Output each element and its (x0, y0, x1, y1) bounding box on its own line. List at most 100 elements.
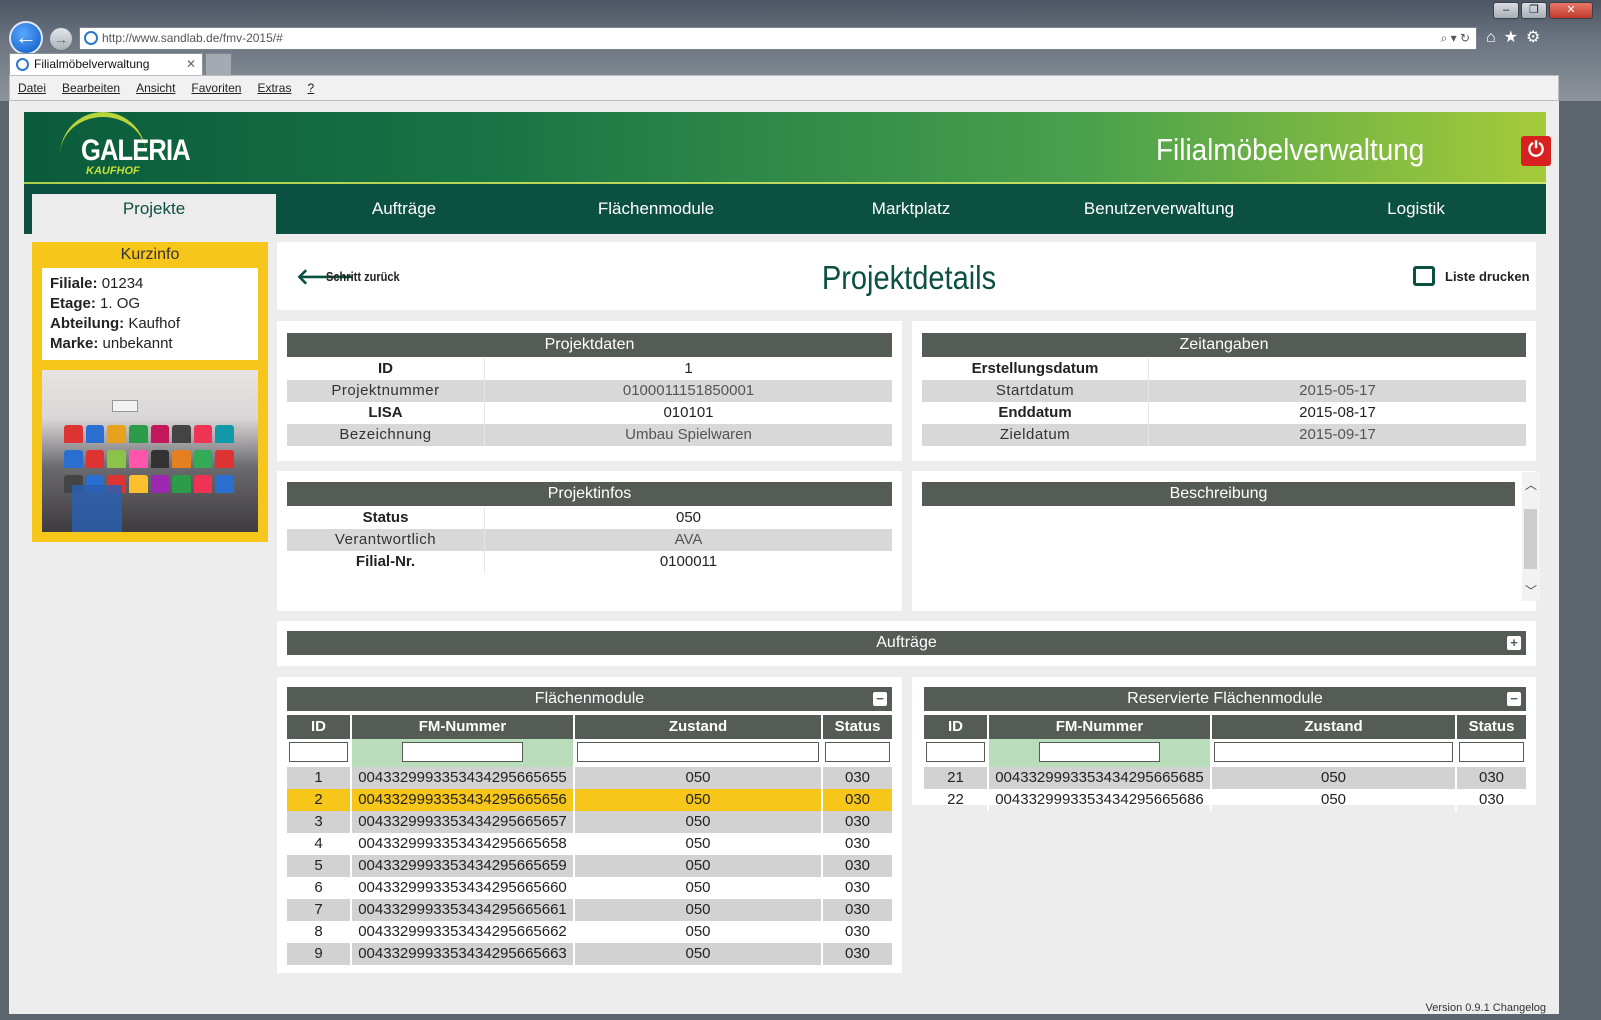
kv-value: 2015-05-17 (1299, 382, 1376, 399)
cell-status: 030 (844, 769, 871, 786)
filter-status-input[interactable] (825, 742, 890, 762)
projektinfos-header: Projektinfos (287, 482, 892, 506)
expand-plus-icon[interactable]: + (1507, 636, 1521, 650)
filter-zustand-cell (1212, 739, 1457, 767)
table-row[interactable]: 9 0043329993353434295665663 050 030 (287, 943, 892, 965)
scroll-thumb[interactable] (1524, 509, 1537, 569)
tab-logistik[interactable]: Logistik (1316, 194, 1516, 234)
maximize-icon[interactable]: ❐ (1521, 2, 1547, 19)
col-id[interactable]: ID (924, 715, 989, 739)
col-status[interactable]: Status (823, 715, 892, 739)
collapse-minus-icon[interactable]: − (873, 692, 887, 706)
browser-forward-icon[interactable]: → (49, 27, 73, 51)
filter-fm-input[interactable] (402, 742, 523, 762)
minimize-icon[interactable]: – (1493, 2, 1519, 19)
browser-tab[interactable]: Filialmöbelverwaltung ✕ (9, 53, 203, 75)
kv-value (1149, 358, 1526, 380)
auftraege-header[interactable]: Aufträge (287, 631, 1526, 655)
cell-fm-nummer: 0043329993353434295665661 (352, 899, 575, 921)
tab-projekte[interactable]: Projekte (32, 194, 276, 234)
table-row[interactable]: 8 0043329993353434295665662 050 030 (287, 921, 892, 943)
address-bar[interactable]: http://www.sandlab.de/fmv-2015/# ⌕ ▾ ↻ (79, 27, 1477, 50)
menu-bearbeiten[interactable]: Bearbeiten (62, 76, 120, 100)
table-row[interactable]: 3 0043329993353434295665657 050 030 (287, 811, 892, 833)
printer-icon[interactable] (1413, 266, 1435, 286)
menu-datei[interactable]: Datei (18, 76, 46, 100)
filter-fm-input[interactable] (1039, 742, 1160, 762)
browser-back-icon[interactable]: ← (9, 21, 43, 55)
scroll-down-icon[interactable]: ﹀ (1525, 582, 1537, 599)
col-fm-nummer[interactable]: FM-Nummer (352, 715, 575, 739)
close-window-icon[interactable]: ✕ (1549, 2, 1593, 19)
col-zustand[interactable]: Zustand (1212, 715, 1457, 739)
menu-help[interactable]: ? (307, 76, 314, 100)
cell-status: 030 (844, 791, 871, 808)
beschreibung-textarea[interactable] (922, 507, 1515, 611)
cell-id: 21 (924, 767, 989, 789)
collapse-minus-icon[interactable]: − (1507, 692, 1521, 706)
menu-favoriten[interactable]: Favoriten (191, 76, 241, 100)
filter-row (287, 739, 892, 767)
table-row[interactable]: 7 0043329993353434295665661 050 030 (287, 899, 892, 921)
projektinfos-row: Verantwortlich AVA (287, 529, 892, 551)
table-row[interactable]: 21 0043329993353434295665685 050 030 (924, 767, 1526, 789)
cell-id: 2 (287, 789, 352, 811)
col-fm-nummer[interactable]: FM-Nummer (989, 715, 1212, 739)
filter-id-input[interactable] (926, 742, 985, 762)
cell-status: 030 (844, 945, 871, 962)
tab-auftraege[interactable]: Aufträge (304, 194, 504, 234)
table-header: ID FM-Nummer Zustand Status (287, 715, 892, 739)
cell-fm-nummer: 0043329993353434295665686 (989, 789, 1212, 811)
col-id[interactable]: ID (287, 715, 352, 739)
col-zustand[interactable]: Zustand (575, 715, 823, 739)
zeitangaben-header: Zeitangaben (922, 333, 1526, 357)
tab-favicon-icon (16, 58, 29, 71)
table-row[interactable]: 5 0043329993353434295665659 050 030 (287, 855, 892, 877)
table-row[interactable]: 4 0043329993353434295665658 050 030 (287, 833, 892, 855)
table-row[interactable]: 22 0043329993353434295665686 050 030 (924, 789, 1526, 811)
reserviert-header: Reservierte Flächenmodule (924, 687, 1526, 711)
kurzinfo-body: Filiale: 01234 Etage: 1. OG Abteilung: K… (42, 268, 258, 360)
back-link[interactable]: Schritt zurück (326, 269, 400, 284)
menu-extras[interactable]: Extras (257, 76, 291, 100)
kv-value: 050 (675, 509, 702, 526)
cell-status: 030 (844, 857, 871, 874)
logout-power-icon[interactable]: ⏻ (1521, 136, 1551, 166)
print-list-link[interactable]: Liste drucken (1445, 269, 1530, 284)
kv-key: Zieldatum (922, 424, 1149, 446)
ie-icon (84, 31, 98, 45)
filter-zustand-input[interactable] (1214, 742, 1453, 762)
new-tab-button[interactable] (205, 53, 232, 75)
filter-zustand-input[interactable] (577, 742, 819, 762)
cell-status: 030 (844, 835, 871, 852)
kv-key: ID (287, 358, 485, 380)
kv-value: 2015-08-17 (1299, 404, 1376, 421)
cell-fm-nummer: 0043329993353434295665685 (989, 767, 1212, 789)
cell-status: 030 (844, 879, 871, 896)
filter-status-input[interactable] (1459, 742, 1524, 762)
kurzinfo-panel: Kurzinfo Filiale: 01234 Etage: 1. OG Abt… (32, 242, 268, 542)
menu-ansicht[interactable]: Ansicht (136, 76, 175, 100)
table-row[interactable]: 1 004332999335343429566565­5 050 030 (287, 767, 892, 789)
cell-zustand: 050 (575, 943, 823, 965)
cell-fm-nummer: 004332999335343429566565­5 (352, 767, 575, 789)
browser-toolbar-icons[interactable]: ⌂★⚙ (1486, 27, 1548, 47)
kv-key: Erstellungsdatum (922, 358, 1149, 380)
table-row[interactable]: 2 0043329993353434295665656 050 030 (287, 789, 892, 811)
cell-fm-nummer: 0043329993353434295665663 (352, 943, 575, 965)
table-row[interactable]: 6 0043329993353434295665660 050 030 (287, 877, 892, 899)
version-label[interactable]: Version 0.9.1 Changelog (1426, 1002, 1546, 1014)
projektinfos-table: Status 050 Verantwortlich AVA Filial-Nr. 01… (287, 507, 892, 573)
scroll-up-icon[interactable]: ︿ (1525, 476, 1537, 493)
tab-close-icon[interactable]: ✕ (186, 54, 196, 75)
app-title: Filialmöbelverwaltung (1156, 132, 1425, 167)
tab-benutzerverwaltung[interactable]: Benutzerverwaltung (1044, 194, 1274, 234)
col-status[interactable]: Status (1457, 715, 1526, 739)
filter-id-input[interactable] (289, 742, 348, 762)
tab-flaechenmodule[interactable]: Flächenmodule (556, 194, 756, 234)
window-controls: – ❐ ✕ (1493, 2, 1593, 19)
beschreibung-scrollbar[interactable]: ︿ ﹀ (1522, 472, 1540, 601)
address-tools-icons[interactable]: ⌕ ▾ ↻ (1441, 28, 1470, 49)
tab-marktplatz[interactable]: Marktplatz (811, 194, 1011, 234)
kv-key: Filial-Nr. (287, 551, 485, 573)
